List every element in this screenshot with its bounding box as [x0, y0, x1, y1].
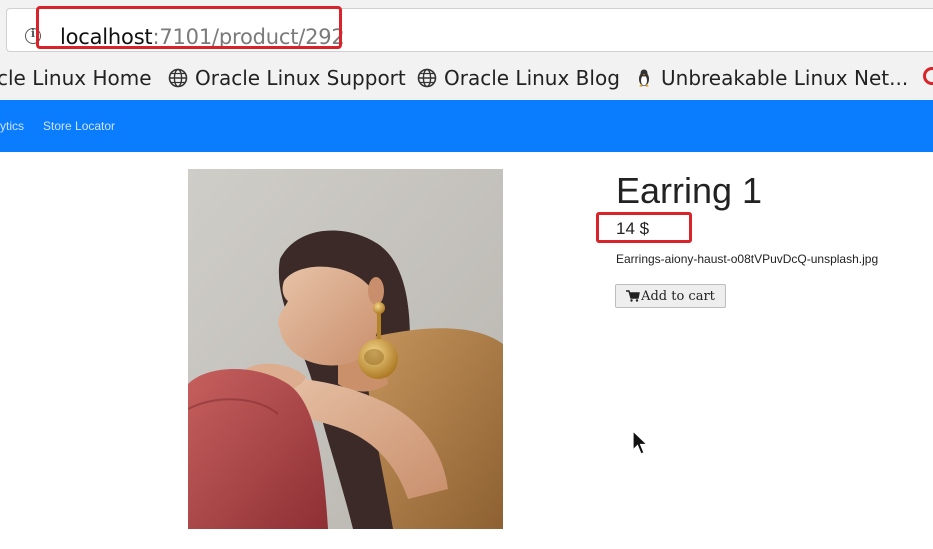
product-image: [188, 169, 503, 529]
globe-icon: [168, 68, 188, 88]
product-title: Earring 1: [616, 170, 763, 211]
bookmark-label: cle Linux Home: [0, 66, 152, 90]
bookmark-label: Oracle Linux Blog: [444, 66, 620, 90]
add-to-cart-button[interactable]: Add to cart: [615, 284, 726, 308]
earring-model-photo: [188, 169, 503, 529]
bookmarks-bar: cle Linux Home Oracle Linux Support Orac…: [0, 60, 933, 100]
cart-icon: [626, 290, 640, 302]
mouse-cursor-icon: [632, 430, 649, 455]
bookmark-oracle-linux-blog[interactable]: Oracle Linux Blog: [417, 66, 620, 90]
bookmark-unbreakable-linux-network[interactable]: Unbreakable Linux Net...: [634, 66, 908, 90]
bookmark-label: Oracle Linux Support: [195, 66, 406, 90]
price-highlight-box: [596, 212, 692, 243]
bookmark-oracle-linux-support[interactable]: Oracle Linux Support: [168, 66, 406, 90]
globe-icon: [417, 68, 437, 88]
browser-toolbar: localhost:7101/product/292: [0, 0, 933, 60]
site-navbar: ytics Store Locator: [0, 100, 933, 152]
add-to-cart-label: Add to cart: [641, 288, 715, 304]
bookmark-label: Unbreakable Linux Net...: [661, 66, 909, 90]
nav-link-store-locator[interactable]: Store Locator: [43, 119, 115, 133]
penguin-icon: [639, 69, 649, 87]
nav-link-analytics[interactable]: ytics: [0, 119, 24, 133]
bookmark-overflow[interactable]: [922, 66, 933, 86]
partial-icon: [923, 67, 933, 85]
url-highlight-box: [36, 6, 342, 49]
bookmark-oracle-linux-home[interactable]: cle Linux Home: [0, 66, 152, 90]
product-image-filename: Earrings-aiony-haust-o08tVPuvDcQ-unsplas…: [616, 252, 879, 266]
